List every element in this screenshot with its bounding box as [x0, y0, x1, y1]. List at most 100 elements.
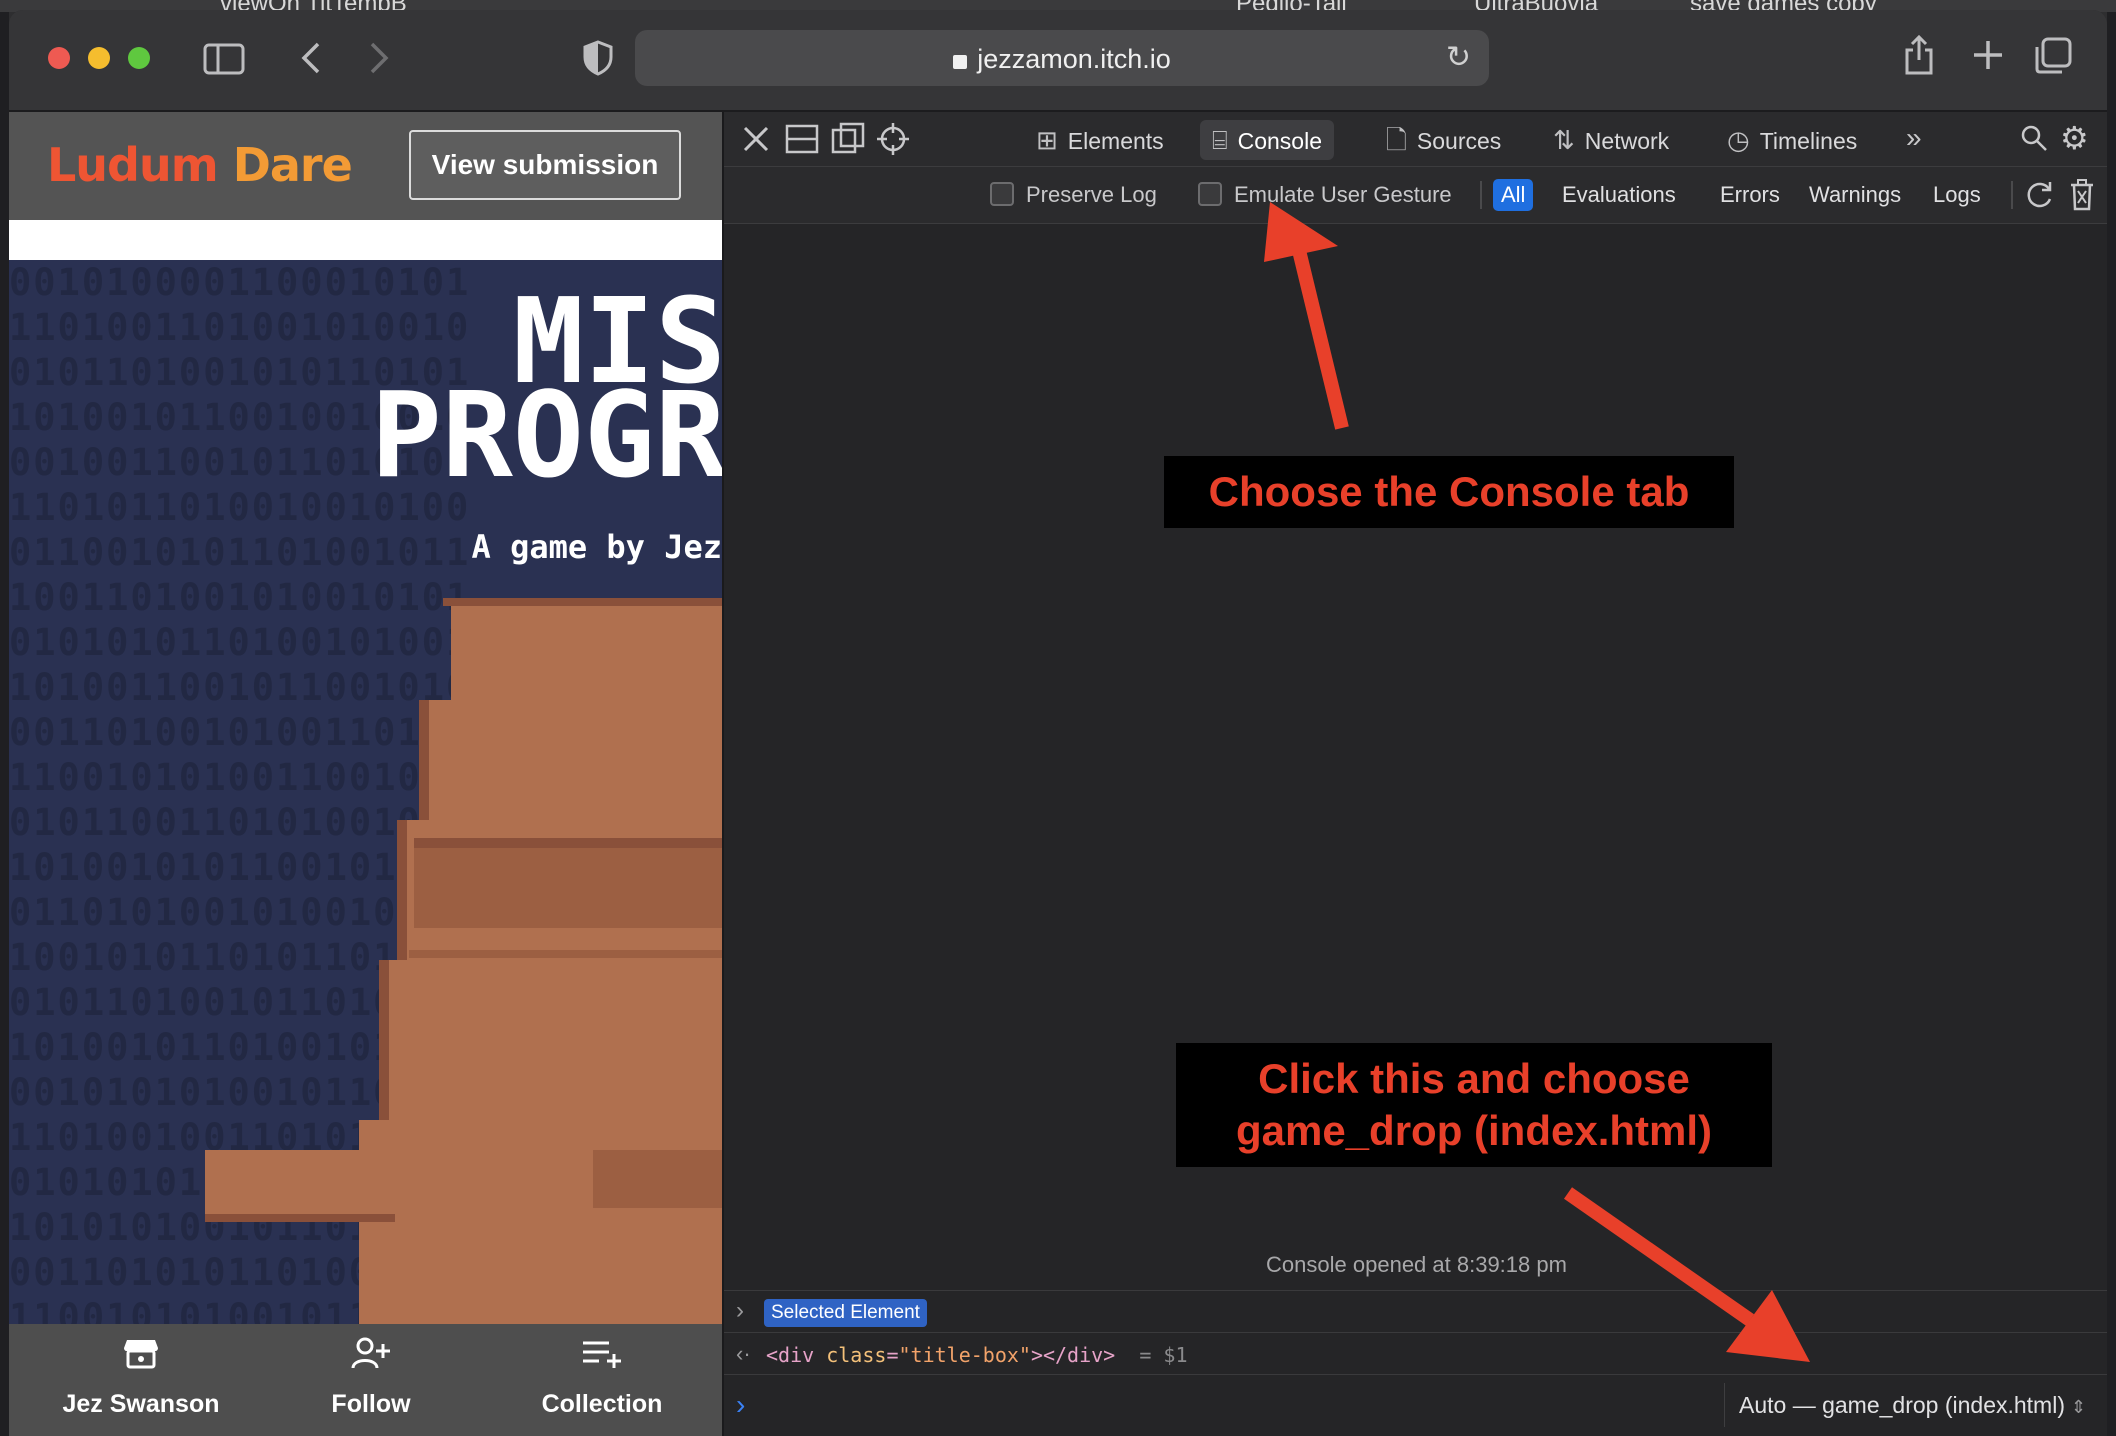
gear-icon[interactable]: ⚙	[2060, 122, 2089, 154]
timelines-icon: ◷	[1727, 125, 1750, 155]
filter-evaluations[interactable]: Evaluations	[1554, 179, 1684, 211]
filter-all[interactable]: All	[1493, 179, 1534, 211]
forward-icon[interactable]	[367, 40, 391, 82]
url-text: jezzamon.itch.io	[977, 44, 1171, 74]
reload-icon[interactable]: ↻	[1446, 40, 1471, 75]
search-icon[interactable]	[2020, 124, 2048, 158]
rock-edge	[397, 820, 407, 960]
tab-overview-icon[interactable]	[2033, 37, 2073, 81]
zoom-window-button[interactable]	[128, 47, 150, 69]
console-icon: ⌸	[1212, 125, 1228, 155]
tab-label: Sources	[1416, 128, 1502, 154]
filter-logs[interactable]: Logs	[1925, 179, 1989, 211]
clear-console-icon[interactable]	[2069, 179, 2095, 217]
console-prompt[interactable]: › Auto — game_drop (index.html) ⇕	[724, 1374, 2107, 1436]
web-inspector: ⊞ Elements ⌸ Console 🗋 Sources ⇅ Network ◷ Ti…	[722, 112, 2107, 1436]
rock-edge	[419, 700, 429, 820]
console-opened-message: Console opened at 8:39:18 pm	[1266, 1252, 1567, 1277]
view-submission-button[interactable]: View submission	[409, 130, 681, 200]
selected-element-row[interactable]: › Selected Element	[724, 1290, 2107, 1333]
rock-shade	[409, 950, 722, 958]
network-icon: ⇅	[1553, 125, 1575, 155]
follow-button[interactable]: Follow	[281, 1336, 461, 1419]
result-code: <div class="title-box"></div> = $1	[766, 1343, 1188, 1367]
collection-button[interactable]: Collection	[512, 1336, 692, 1419]
selected-element-badge: Selected Element	[764, 1299, 927, 1327]
checkbox-label: Preserve Log	[1026, 182, 1157, 207]
back-icon[interactable]	[299, 40, 323, 82]
more-tabs-icon[interactable]: »	[1906, 124, 1922, 152]
rock-edge	[205, 1214, 395, 1222]
share-icon[interactable]	[1903, 34, 1935, 82]
desktop-background-right	[2107, 12, 2116, 1436]
result-arrow-icon: ‹·	[736, 1341, 751, 1366]
ludum-dare-logo[interactable]: Ludum Dare	[47, 138, 353, 192]
preserve-log-checkbox[interactable]: Preserve Log	[990, 182, 1157, 208]
result-ref: = $1	[1139, 1343, 1188, 1367]
emulate-gesture-checkbox[interactable]: Emulate User Gesture	[1198, 182, 1452, 208]
minimize-window-button[interactable]	[88, 47, 110, 69]
tab-elements[interactable]: ⊞ Elements	[1024, 120, 1176, 160]
annotation-line: Click this and choose	[1258, 1055, 1690, 1102]
execution-context-value: Auto — game_drop (index.html)	[1739, 1392, 2065, 1418]
rock-shade	[414, 838, 722, 928]
element-picker-icon[interactable]	[876, 122, 910, 162]
result-attr: class	[826, 1343, 887, 1367]
checkbox-label: Emulate User Gesture	[1234, 182, 1452, 207]
bottom-bar-label: Collection	[541, 1390, 663, 1418]
tab-timelines[interactable]: ◷ Timelines	[1715, 120, 1869, 160]
follow-user-icon	[281, 1336, 461, 1380]
execution-context-selector[interactable]: Auto — game_drop (index.html) ⇕	[1724, 1383, 2107, 1427]
console-result-row[interactable]: ‹· <div class="title-box"></div> = $1	[724, 1332, 2107, 1375]
itch-store-icon	[51, 1336, 231, 1380]
tab-label: Network	[1584, 128, 1670, 154]
annotation-console-tip: Choose the Console tab	[1164, 456, 1734, 528]
jez-swanson-link[interactable]: Jez Swanson	[51, 1336, 231, 1419]
reload-console-icon[interactable]	[2023, 179, 2055, 217]
detach-window-icon[interactable]	[831, 122, 865, 160]
game-title-line2: PROGR	[370, 366, 722, 504]
logo-part2: Dare	[232, 138, 353, 192]
creator-bar: Jez Swanson Follow Collection	[9, 1324, 722, 1436]
sidebar-toggle-icon[interactable]	[203, 42, 245, 82]
new-tab-icon[interactable]	[1971, 38, 2005, 78]
tab-label: Elements	[1067, 128, 1164, 154]
web-page: Ludum Dare View submission 0010100001100…	[9, 112, 722, 1436]
tab-label: Console	[1237, 128, 1322, 154]
close-inspector-icon[interactable]	[741, 124, 771, 160]
divider	[1480, 181, 1482, 209]
filter-warnings[interactable]: Warnings	[1801, 179, 1909, 211]
inspector-tab-bar: ⊞ Elements ⌸ Console 🗋 Sources ⇅ Network ◷ Ti…	[724, 112, 2107, 167]
desktop-background-left	[0, 12, 9, 1436]
address-bar[interactable]: jezzamon.itch.io ↻	[635, 30, 1489, 86]
dock-bottom-icon[interactable]	[785, 124, 819, 160]
annotation-context-tip: Click this and choose game_drop (index.h…	[1176, 1043, 1772, 1167]
lock-icon	[953, 55, 968, 69]
add-to-collection-icon	[512, 1336, 692, 1380]
rock-edge	[443, 598, 722, 606]
logo-part1: Ludum	[47, 138, 219, 192]
divider	[2011, 181, 2013, 209]
tab-label: Timelines	[1759, 128, 1858, 154]
elements-icon: ⊞	[1036, 125, 1058, 155]
header-spacer	[9, 220, 722, 260]
chevron-updown-icon: ⇕	[2071, 1397, 2087, 1417]
checkbox-box	[1198, 182, 1222, 206]
tab-network[interactable]: ⇅ Network	[1541, 120, 1681, 160]
chevron-right-icon[interactable]: ›	[736, 1297, 744, 1325]
browser-toolbar: jezzamon.itch.io ↻	[9, 10, 2107, 112]
sources-icon: 🗋	[1386, 125, 1407, 155]
safari-window: jezzamon.itch.io ↻ Ludum Dare View submi…	[9, 10, 2107, 1436]
filter-errors[interactable]: Errors	[1712, 179, 1788, 211]
rock-shade	[414, 838, 722, 848]
game-banner: 0010100001100010101 1101001101001010010 …	[9, 260, 722, 1324]
tab-console[interactable]: ⌸ Console	[1200, 120, 1334, 160]
bottom-bar-label: Follow	[331, 1390, 411, 1418]
checkbox-box	[990, 182, 1014, 206]
rock-shade	[593, 1150, 722, 1208]
privacy-shield-icon[interactable]	[583, 40, 613, 82]
game-byline: A game by Jez	[471, 528, 722, 566]
tab-sources[interactable]: 🗋 Sources	[1374, 120, 1513, 160]
prompt-chevron-icon: ›	[736, 1389, 746, 1420]
close-window-button[interactable]	[48, 47, 70, 69]
